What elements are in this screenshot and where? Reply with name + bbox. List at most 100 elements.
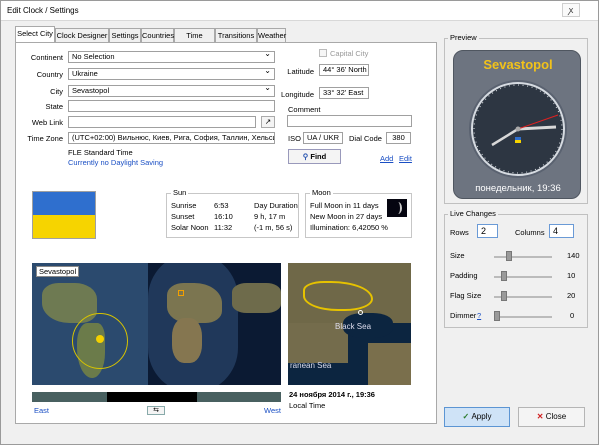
local-time-label: Local Time — [289, 401, 326, 410]
solar-noon-value: 11:32 — [214, 223, 233, 232]
size-value: 140 — [567, 251, 580, 260]
tz-standard-name: FLE Standard Time — [68, 148, 133, 157]
rows-label: Rows — [450, 228, 469, 237]
tab-clock-designer[interactable]: Clock Designer — [55, 28, 109, 42]
size-slider-thumb[interactable] — [506, 251, 512, 261]
apply-button-label: Apply — [471, 412, 492, 421]
moon-phase-icon — [387, 199, 407, 217]
sun-title: Sun — [171, 188, 189, 197]
day-duration-value: 9 h, 17 m — [254, 212, 286, 221]
continent-select[interactable]: No Selection — [68, 51, 275, 63]
region-map[interactable]: Black Sea ranean Sea — [288, 263, 411, 385]
continent-label: Continent — [30, 53, 63, 62]
rows-spinner[interactable]: 2 — [477, 224, 498, 238]
iso-field[interactable]: UA / UKR — [303, 132, 343, 144]
padding-value: 10 — [567, 271, 576, 280]
flag-size-label: Flag Size — [450, 291, 482, 300]
find-button[interactable]: ⚲ Find — [288, 149, 341, 164]
timeline-bar[interactable] — [32, 392, 281, 402]
timezone-field[interactable]: (UTC+02:00) Вильнюс, Киев, Рига, София, … — [68, 132, 275, 144]
columns-spinner[interactable]: 4 — [549, 224, 574, 238]
dimmer-slider[interactable] — [494, 316, 552, 318]
preview-panel: Preview Sevastopol понедельник, 19:36 — [444, 33, 588, 204]
timezone-label: Time Zone — [27, 134, 63, 143]
swap-direction-button[interactable]: ⇆ — [147, 406, 165, 415]
padding-label: Padding — [450, 271, 478, 280]
dimmer-label: Dimmer — [450, 311, 477, 320]
state-label: State — [45, 102, 63, 111]
dimmer-value: 0 — [570, 311, 575, 320]
tab-select-city[interactable]: Select City — [15, 26, 55, 42]
longitude-field[interactable]: 33° 32' East — [319, 87, 369, 99]
tab-transitions[interactable]: Transitions — [215, 28, 257, 42]
solar-noon-label: Solar Noon — [171, 223, 209, 232]
find-button-label: Find — [310, 152, 327, 161]
window-title: Edit Clock / Settings — [7, 6, 79, 15]
close-button-label: Close — [545, 412, 567, 421]
longitude-label: Longitude — [281, 90, 314, 99]
settings-window: Edit Clock / Settings ꭗ Select City Cloc… — [0, 0, 599, 445]
city-label: City — [50, 87, 63, 96]
iso-label: ISO — [288, 134, 301, 143]
map-west-label: West — [264, 406, 281, 415]
preview-day-time: понедельник, 19:36 — [475, 183, 561, 194]
comment-field[interactable] — [287, 115, 412, 127]
latitude-field[interactable]: 44° 36' North — [319, 64, 369, 76]
map-east-label: East — [34, 406, 50, 415]
columns-label: Columns — [515, 228, 545, 237]
state-field[interactable] — [68, 100, 275, 112]
add-link[interactable]: Add — [380, 154, 393, 163]
med-sea-label: ranean Sea — [290, 361, 332, 370]
dial-code-label: Dial Code — [349, 134, 382, 143]
weblink-field[interactable] — [68, 116, 256, 128]
size-label: Size — [450, 251, 465, 260]
moon-title: Moon — [310, 188, 333, 197]
close-button[interactable]: ✕ Close — [518, 407, 585, 427]
sunrise-label: Sunrise — [171, 201, 197, 210]
full-moon-text: Full Moon in 11 days — [310, 201, 379, 210]
world-map[interactable]: Sevastopol — [32, 263, 281, 385]
country-select[interactable]: Ukraine — [68, 68, 275, 80]
preview-city: Sevastopol — [483, 57, 553, 72]
tab-weather[interactable]: Weather — [257, 28, 286, 42]
tab-time-zones[interactable]: Time Zones — [174, 28, 215, 53]
close-window-button[interactable]: ꭗ — [562, 3, 580, 17]
country-label: Country — [36, 70, 63, 79]
size-slider[interactable] — [494, 256, 552, 258]
padding-slider-thumb[interactable] — [501, 271, 507, 281]
map-city-tag: Sevastopol — [36, 266, 80, 277]
day-duration-label: Day Duration — [254, 201, 298, 210]
capital-label: Capital City — [330, 49, 369, 58]
comment-label: Comment — [288, 105, 321, 114]
flag-size-value: 20 — [567, 291, 576, 300]
solar-noon-diff: (-1 m, 56 s) — [254, 223, 293, 232]
country-flag — [32, 191, 96, 239]
tab-settings[interactable]: Settings — [109, 28, 141, 42]
open-link-icon[interactable]: ↗ — [261, 116, 275, 128]
live-changes-title: Live Changes — [448, 209, 498, 218]
weblink-label: Web Link — [31, 118, 63, 127]
capital-checkbox[interactable] — [319, 49, 327, 57]
new-moon-text: New Moon in 27 days — [310, 212, 383, 221]
apply-button[interactable]: ✓ Apply — [444, 407, 510, 427]
flag-size-slider-thumb[interactable] — [501, 291, 507, 301]
title-bar: Edit Clock / Settings ꭗ — [1, 1, 598, 21]
close-x-icon: ✕ — [536, 412, 546, 421]
tab-countries[interactable]: Countries — [141, 28, 174, 42]
black-sea-label: Black Sea — [335, 322, 372, 331]
clock-face-icon — [469, 80, 567, 178]
edit-link[interactable]: Edit — [399, 154, 412, 163]
clock-preview[interactable]: Sevastopol понедельник, 19:36 — [453, 50, 581, 199]
sunset-label: Sunset — [171, 212, 195, 221]
dst-status: Currently no Daylight Saving — [68, 158, 164, 167]
illumination-text: Illumination: 6,42050 % — [310, 223, 388, 232]
dimmer-slider-thumb[interactable] — [494, 311, 500, 321]
dimmer-help-link[interactable]: ? — [477, 311, 481, 320]
dial-code-field[interactable]: 380 — [386, 132, 411, 144]
sunset-value: 16:10 — [214, 212, 233, 221]
local-datetime: 24 ноября 2014 г., 19:36 — [289, 390, 375, 399]
latitude-label: Latitude — [287, 67, 314, 76]
sunrise-value: 6:53 — [214, 201, 229, 210]
preview-title: Preview — [448, 33, 479, 42]
city-select[interactable]: Sevastopol — [68, 85, 275, 97]
